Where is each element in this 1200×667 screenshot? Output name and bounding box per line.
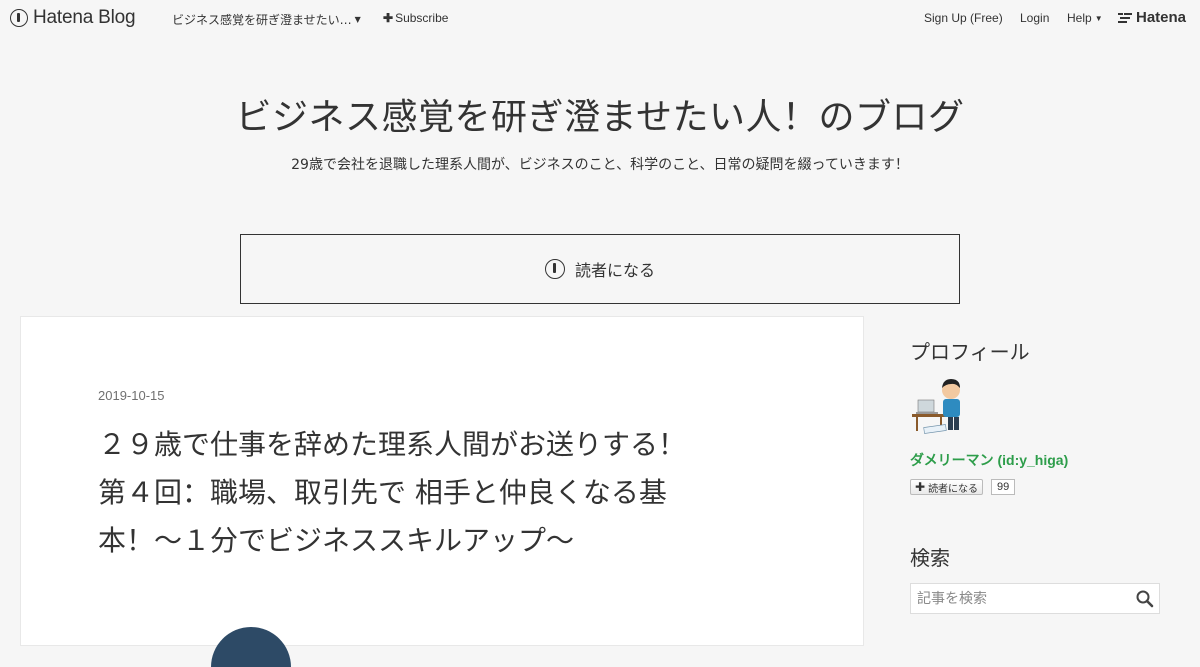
profile-name-link[interactable]: ダメリーマン (id:y_higa) [910,450,1068,470]
hatena-blog-logo-icon [10,9,28,27]
article-date[interactable]: 2019-10-15 [98,388,165,403]
article-title-line: 第４回：職場、取引先で 相手と仲良くなる基 [98,476,667,509]
plus-icon: ✚ [383,11,394,25]
article-title[interactable]: ２９歳で仕事を辞めた理系人間がお送りする！ 第４回：職場、取引先で 相手と仲良く… [98,421,798,565]
caret-down-icon: ▼ [1094,13,1103,23]
search-module-title: 検索 [910,546,950,570]
blog-description: 29歳で会社を退職した理系人間が、ビジネスのこと、科学のこと、日常の疑問を綴って… [291,157,909,173]
search-icon[interactable] [1135,589,1155,609]
blog-menu-label: ビジネス感覚を研ぎ澄ませたい… [172,13,352,27]
hatena-brand-link[interactable]: Hatena [1118,9,1186,26]
article-eyecatch-image [211,627,291,667]
logo-text: Hatena Blog [33,7,136,28]
profile-subscribe-button[interactable]: ✚ 読者になる [910,479,984,495]
plus-icon: ✚ [915,480,926,494]
hatena-blog-logo-icon [544,259,565,279]
blog-menu-dropdown[interactable]: ビジネス感覚を研ぎ澄ませたい… ▼ [172,11,361,28]
subscribe-button[interactable]: 読者になる [240,234,960,304]
article-title-line: ２９歳で仕事を辞めた理系人間がお送りする！ [98,428,687,461]
subscribe-link[interactable]: ✚ Subscribe [383,11,448,25]
blog-title[interactable]: ビジネス感覚を研ぎ澄ませたい人！のブログ [0,88,1200,140]
avatar[interactable] [910,376,970,438]
help-dropdown[interactable]: Help ▼ [1067,11,1103,25]
global-header: Hatena Blog ビジネス感覚を研ぎ澄ませたい… ▼ ✚ Subscribe… [0,0,1200,36]
search-form [910,583,1160,614]
profile-subscribe-label: 読者になる [928,483,979,495]
hatena-brand-label: Hatena [1136,9,1187,26]
article-card: 2019-10-15 ２９歳で仕事を辞めた理系人間がお送りする！ 第４回：職場、… [20,316,864,667]
caret-down-icon: ▼ [354,15,361,24]
login-link[interactable]: Login [1020,11,1049,25]
search-input[interactable] [911,584,1138,613]
subscribe-link-label: Subscribe [395,11,449,25]
sidebar: プロフィール ダメリーマン (id:y_higa) ✚ 読者になる 99 検索 [892,316,1180,636]
hatena-blog-logo[interactable]: Hatena Blog [10,7,136,29]
hatena-brand-icon [1118,12,1132,23]
signup-link[interactable]: Sign Up (Free) [924,11,1003,25]
subscribe-button-label: 読者になる [574,261,655,280]
article-title-line: 本！〜１分でビジネススキルアップ〜 [98,524,575,557]
profile-module-title: プロフィール [910,340,1030,364]
help-label: Help [1067,11,1092,25]
reader-count-badge[interactable]: 99 [991,479,1016,495]
